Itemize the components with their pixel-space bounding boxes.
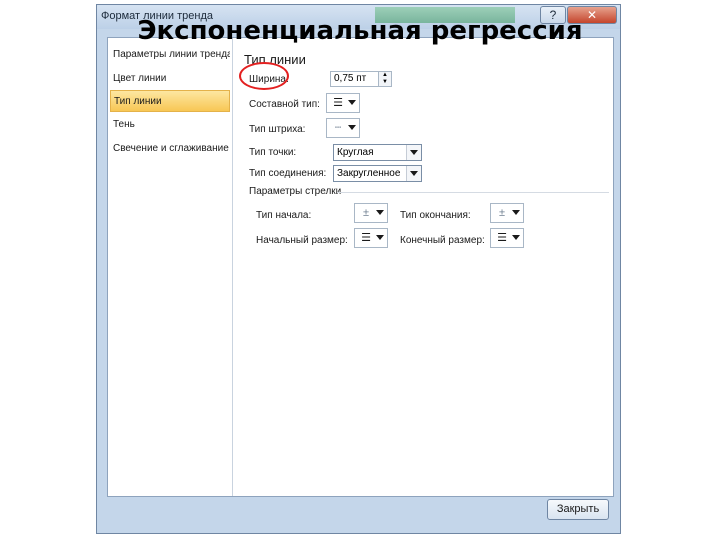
join-type-value: Закругленное: [337, 168, 401, 179]
nav-item-glow-soft-edges[interactable]: Свечение и сглаживание: [110, 138, 230, 160]
chevron-down-icon: [376, 235, 384, 240]
chevron-down-icon: [348, 100, 356, 105]
end-type-label: Тип окончания:: [400, 210, 471, 221]
end-size-dropdown[interactable]: ☰: [490, 228, 524, 248]
chevron-down-icon: [512, 210, 520, 215]
width-spinner[interactable]: 0,75 пт ▲ ▼: [330, 71, 392, 87]
arrow-size-icon: ☰: [361, 232, 371, 244]
begin-size-label: Начальный размер:: [256, 235, 348, 246]
width-value: 0,75 пт: [334, 73, 367, 84]
chevron-down-icon: [512, 235, 520, 240]
nav-item-trendline-options[interactable]: Параметры линии тренда: [110, 44, 230, 66]
dialog-client-area: Параметры линии тренда Цвет линии Тип ли…: [107, 37, 614, 497]
arrow-settings-title: Параметры стрелки: [249, 186, 342, 197]
nav-item-line-color[interactable]: Цвет линии: [110, 68, 230, 90]
chevron-down-icon[interactable]: [406, 166, 421, 181]
section-divider: [337, 192, 609, 193]
arrow-style-icon: ±: [362, 207, 370, 219]
end-type-dropdown[interactable]: ±: [490, 203, 524, 223]
join-type-label: Тип соединения:: [249, 168, 327, 179]
chevron-down-icon[interactable]: [406, 145, 421, 160]
cap-type-label: Тип точки:: [249, 147, 297, 158]
compound-type-label: Составной тип:: [249, 99, 320, 110]
dash-type-label: Тип штриха:: [249, 124, 306, 135]
nav-item-shadow[interactable]: Тень: [110, 114, 230, 136]
slide-title: Экспоненциальная регрессия: [137, 16, 583, 46]
chevron-down-icon: [376, 210, 384, 215]
arrow-style-icon: ±: [498, 207, 506, 219]
format-trendline-dialog: Формат линии тренда ? ✕ Параметры линии …: [96, 4, 621, 534]
begin-type-dropdown[interactable]: ±: [354, 203, 388, 223]
join-type-combo[interactable]: Закругленное: [333, 165, 422, 182]
spin-arrows-icon[interactable]: ▲ ▼: [378, 72, 391, 86]
begin-size-dropdown[interactable]: ☰: [354, 228, 388, 248]
nav-item-line-style[interactable]: Тип линии: [110, 90, 230, 112]
compound-type-dropdown[interactable]: ☰: [326, 93, 360, 113]
chevron-down-icon: [348, 125, 356, 130]
close-button[interactable]: Закрыть: [547, 499, 609, 520]
line-style-panel: Тип линии Ширина: 0,75 пт ▲ ▼ Составной т…: [242, 38, 613, 496]
highlight-circle: [239, 62, 289, 90]
end-size-label: Конечный размер:: [400, 235, 485, 246]
nav-list: Параметры линии тренда Цвет линии Тип ли…: [108, 38, 233, 496]
cap-type-combo[interactable]: Круглая: [333, 144, 422, 161]
arrow-size-icon: ☰: [497, 232, 507, 244]
dash-type-dropdown[interactable]: ┄: [326, 118, 360, 138]
dash-line-icon: ┄: [334, 122, 342, 134]
begin-type-label: Тип начала:: [256, 210, 312, 221]
compound-line-icon: ☰: [333, 97, 343, 109]
cap-type-value: Круглая: [337, 147, 374, 158]
